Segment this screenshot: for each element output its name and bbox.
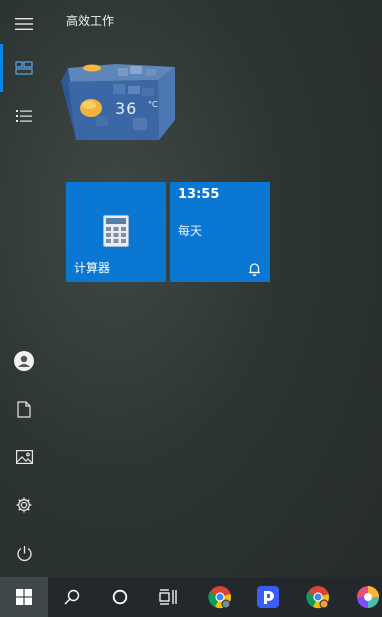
chrome-taskbar-button-2[interactable] xyxy=(294,577,342,617)
blue-app-taskbar-button[interactable] xyxy=(244,577,292,617)
tiles-icon xyxy=(15,61,33,75)
colorful-app-icon xyxy=(357,586,379,608)
account-button[interactable] xyxy=(0,337,48,385)
taskbar xyxy=(0,577,382,617)
calculator-label: 计算器 xyxy=(74,261,111,275)
start-button[interactable] xyxy=(0,577,48,617)
alarm-tile[interactable]: 13:55 每天 xyxy=(170,182,270,282)
cortana-icon xyxy=(112,589,128,605)
task-view-icon xyxy=(159,589,177,605)
chrome-taskbar-button[interactable] xyxy=(196,577,244,617)
gear-icon xyxy=(16,497,32,513)
alarm-recurrence: 每天 xyxy=(178,224,203,238)
weather-temperature: 36 xyxy=(115,99,138,118)
power-icon xyxy=(16,545,32,561)
tile-group-title[interactable]: 高效工作 xyxy=(66,12,114,29)
bell-icon xyxy=(249,263,260,276)
cortana-button[interactable] xyxy=(96,577,144,617)
pictures-icon xyxy=(15,450,33,464)
expand-menu-button[interactable] xyxy=(0,0,48,48)
settings-button[interactable] xyxy=(0,481,48,529)
documents-icon xyxy=(17,400,31,418)
app-icon-blue xyxy=(257,586,279,608)
windows-start-icon xyxy=(16,589,32,605)
alarm-time: 13:55 xyxy=(178,187,220,202)
power-button[interactable] xyxy=(0,529,48,577)
search-button[interactable] xyxy=(48,577,96,617)
colorful-app-taskbar-button[interactable] xyxy=(344,577,382,617)
chrome-icon-2 xyxy=(306,586,329,609)
task-view-button[interactable] xyxy=(144,577,192,617)
all-apps-button[interactable] xyxy=(0,92,48,140)
pictures-button[interactable] xyxy=(0,433,48,481)
calculator-tile[interactable]: 计算器 xyxy=(66,182,166,282)
tiles-button[interactable] xyxy=(0,44,48,92)
documents-button[interactable] xyxy=(0,385,48,433)
all-apps-list-icon xyxy=(16,110,32,122)
weather-tile[interactable]: 36 °C xyxy=(58,58,176,142)
calculator-icon xyxy=(103,215,129,247)
start-menu-rail xyxy=(0,0,48,577)
hamburger-icon xyxy=(15,18,33,30)
weather-unit: °C xyxy=(148,100,158,109)
user-icon xyxy=(14,351,34,371)
chrome-icon xyxy=(208,586,231,609)
search-icon xyxy=(64,589,80,605)
